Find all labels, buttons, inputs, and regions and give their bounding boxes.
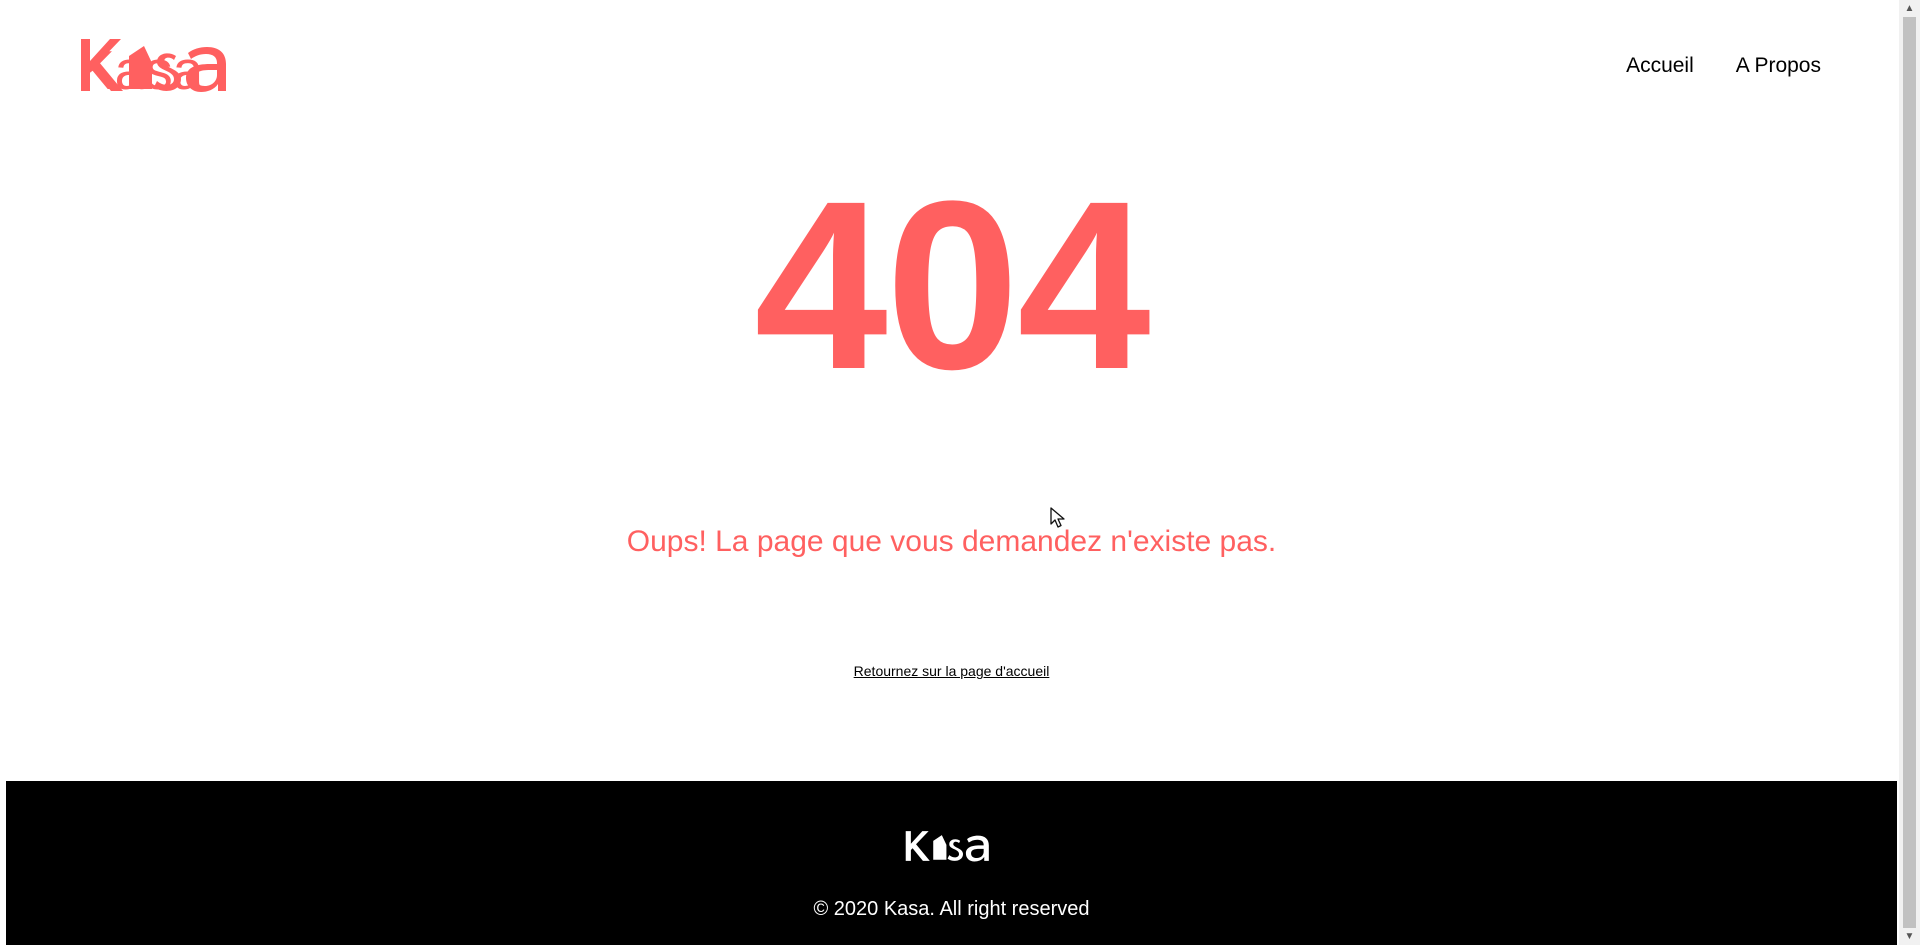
vertical-scrollbar[interactable]: ▲ ▼ <box>1899 0 1920 945</box>
arrow-down-icon[interactable]: ▼ <box>1899 928 1920 945</box>
error-message: Oups! La page que vous demandez n'existe… <box>626 525 1277 558</box>
error-code: 404 <box>754 151 1150 419</box>
kasa-logo-a <box>186 47 226 92</box>
scrollbar-thumb[interactable] <box>1903 17 1916 928</box>
return-home-link[interactable]: Retournez sur la page d'accueil <box>854 663 1050 679</box>
site-header: Kasa Accueil A Propos <box>0 0 1899 130</box>
browser-viewport: Kasa Accueil A Propos 404 Oups! La page … <box>0 0 1920 945</box>
kasa-footer-logo <box>905 831 989 862</box>
nav-link-about[interactable]: A Propos <box>1736 52 1821 80</box>
page-not-found: Kasa Accueil A Propos 404 Oups! La page … <box>0 0 1899 945</box>
copyright-text: © 2020 Kasa. All right reserved <box>813 898 1090 920</box>
kasa-footer-logo-s <box>947 839 964 861</box>
house-icon <box>933 835 947 860</box>
kasa-footer-logo-k <box>905 831 930 861</box>
footer-logo <box>904 829 998 863</box>
kasa-logo: Kasa <box>78 39 226 101</box>
nav-link-home[interactable]: Accueil <box>1626 52 1694 80</box>
header-logo-link[interactable]: Kasa <box>78 36 242 101</box>
home-link-container: Retournez sur la page d'accueil <box>0 662 1903 680</box>
arrow-up-icon[interactable]: ▲ <box>1899 0 1920 17</box>
site-footer: © 2020 Kasa. All right reserved <box>6 781 1897 945</box>
main-navigation: Accueil A Propos <box>1626 52 1821 80</box>
kasa-footer-logo-a <box>965 835 989 862</box>
